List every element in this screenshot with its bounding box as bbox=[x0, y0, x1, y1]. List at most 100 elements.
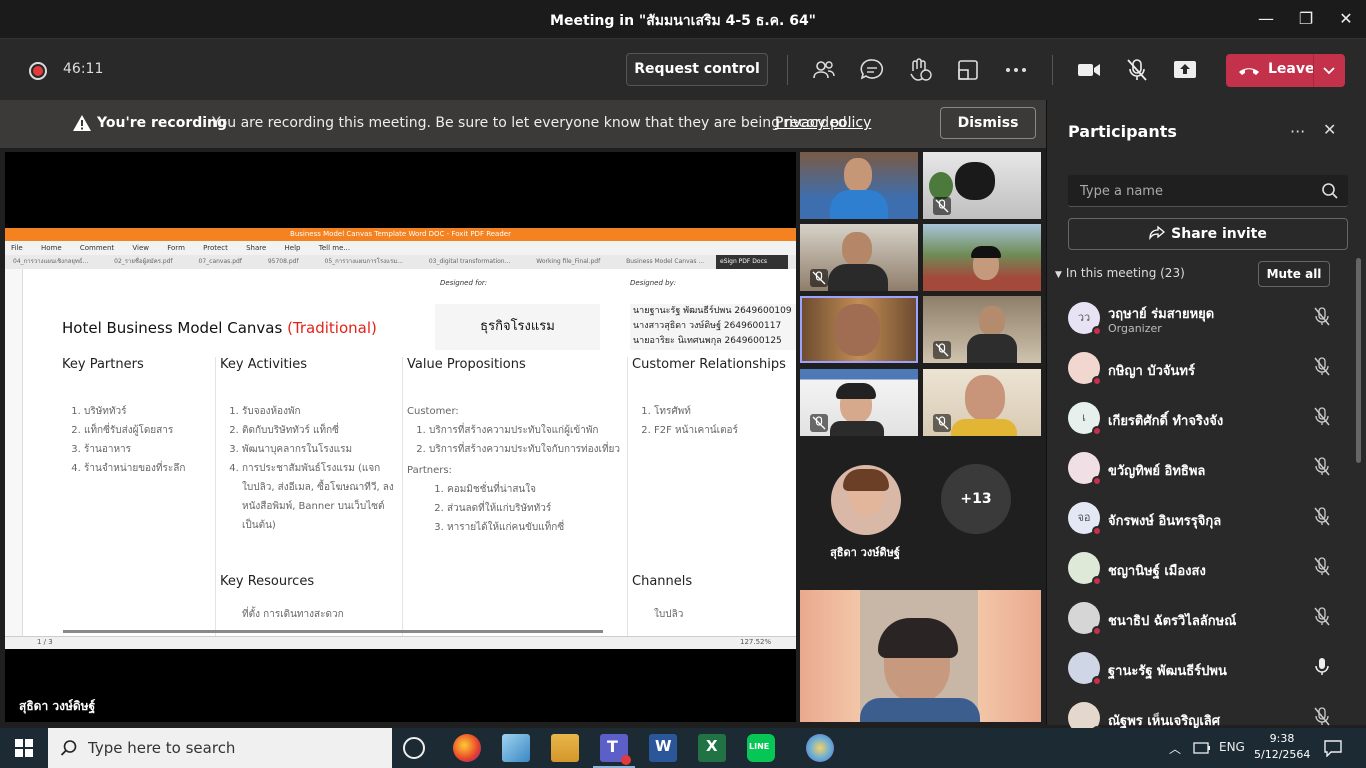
close-panel-button[interactable]: ✕ bbox=[1323, 120, 1336, 139]
maximize-button[interactable]: ❐ bbox=[1293, 6, 1319, 32]
canvas-title-text: Hotel Business Model Canvas bbox=[62, 319, 283, 337]
video-tile-active-speaker[interactable] bbox=[800, 296, 918, 363]
participant-row[interactable]: ขวัญทิพย์ อิทธิพล bbox=[1047, 445, 1352, 495]
notifications-icon[interactable] bbox=[1323, 739, 1343, 757]
teams-icon[interactable]: T bbox=[593, 734, 635, 768]
cortana-icon[interactable] bbox=[403, 737, 425, 759]
reactions-icon[interactable] bbox=[907, 57, 933, 83]
firefox-icon[interactable] bbox=[453, 734, 481, 762]
video-tile[interactable] bbox=[923, 152, 1041, 219]
taskbar-search bbox=[48, 728, 392, 768]
mic-off-icon[interactable] bbox=[1312, 456, 1332, 476]
mic-off-icon[interactable] bbox=[1312, 506, 1332, 526]
chevron-up-icon[interactable]: ︿ bbox=[1169, 740, 1181, 757]
more-actions-icon[interactable] bbox=[1003, 57, 1029, 83]
system-clock[interactable]: 9:38 5/12/2564 bbox=[1254, 731, 1310, 763]
video-tile[interactable] bbox=[923, 369, 1041, 436]
pdf-menu-item[interactable]: Share bbox=[246, 244, 266, 252]
pdf-tab-active[interactable]: Business Model Canvas ... bbox=[626, 258, 704, 265]
mic-off-icon[interactable] bbox=[1312, 606, 1332, 626]
pdf-tab[interactable]: 03_digital transformation... bbox=[429, 258, 511, 265]
more-options-icon[interactable]: ··· bbox=[1290, 122, 1305, 141]
request-control-button[interactable]: Request control bbox=[626, 53, 768, 86]
panel-scrollbar[interactable] bbox=[1356, 258, 1361, 463]
paint-icon[interactable] bbox=[806, 734, 834, 762]
line-icon[interactable]: LINE bbox=[747, 734, 775, 762]
leave-button[interactable]: Leave bbox=[1226, 54, 1345, 87]
mic-on-icon[interactable] bbox=[1312, 656, 1332, 676]
channels-section: Channels ใบปลิว bbox=[632, 574, 792, 634]
pdf-tab[interactable]: 05_การวางแผนการโรงแรม... bbox=[325, 258, 403, 265]
pdf-menu-item[interactable]: Form bbox=[167, 244, 185, 252]
participant-row[interactable]: ฐานะรัฐ พัฒนธีร์ปพน bbox=[1047, 645, 1352, 695]
rooms-icon[interactable] bbox=[955, 57, 981, 83]
privacy-policy-link[interactable]: Privacy policy bbox=[775, 115, 871, 131]
pdf-tab[interactable]: Working file_Final.pdf bbox=[536, 258, 600, 265]
pdf-sidebar bbox=[5, 269, 23, 636]
video-tile-large[interactable] bbox=[800, 590, 1041, 722]
video-tile[interactable] bbox=[800, 369, 918, 436]
pdf-menu-item[interactable]: Help bbox=[285, 244, 301, 252]
pdf-status-bar: 1 / 3 127.52% bbox=[5, 636, 796, 649]
video-tile[interactable] bbox=[923, 296, 1041, 363]
pdf-tell-me[interactable]: Tell me... bbox=[319, 244, 350, 252]
video-tile[interactable] bbox=[923, 224, 1041, 291]
list-item: รับจองห้องพัก bbox=[242, 402, 400, 421]
windows-start-icon[interactable] bbox=[15, 739, 33, 757]
zoom-level[interactable]: 127.52% bbox=[740, 638, 771, 646]
participant-search-input[interactable] bbox=[1068, 175, 1308, 207]
app-icon[interactable] bbox=[502, 734, 530, 762]
video-tile[interactable] bbox=[800, 152, 918, 219]
mic-off-icon[interactable] bbox=[1312, 306, 1332, 326]
page-number[interactable]: 1 / 3 bbox=[37, 638, 53, 646]
mic-off-icon[interactable] bbox=[1124, 57, 1150, 83]
mic-off-icon[interactable] bbox=[1312, 356, 1332, 376]
chevron-down-icon[interactable] bbox=[1322, 64, 1336, 78]
chat-icon[interactable] bbox=[859, 57, 885, 83]
file-explorer-icon[interactable] bbox=[551, 734, 579, 762]
search-icon[interactable] bbox=[1321, 182, 1339, 200]
camera-icon[interactable] bbox=[1076, 57, 1102, 83]
word-icon[interactable]: W bbox=[649, 734, 677, 762]
pdf-tab[interactable]: 07_canvas.pdf bbox=[199, 258, 242, 265]
participant-row[interactable]: กษิญา บัวจันทร์ bbox=[1047, 345, 1352, 395]
participant-row[interactable]: จอ จักรพงษ์ อินทรรุจิกุล bbox=[1047, 495, 1352, 545]
pdf-horizontal-scrollbar[interactable] bbox=[63, 630, 603, 633]
video-tile[interactable] bbox=[800, 224, 918, 291]
participant-avatar[interactable] bbox=[831, 465, 901, 535]
pdf-menu-item[interactable]: Protect bbox=[203, 244, 228, 252]
people-icon[interactable] bbox=[811, 57, 837, 83]
share-screen-icon[interactable] bbox=[1172, 57, 1198, 83]
pdf-app-title: Business Model Canvas Template Word DOC … bbox=[5, 228, 796, 241]
pdf-tab[interactable]: 95708.pdf bbox=[268, 258, 299, 265]
dismiss-button[interactable]: Dismiss bbox=[940, 107, 1036, 139]
pdf-menu-item[interactable]: View bbox=[132, 244, 149, 252]
close-window-button[interactable]: ✕ bbox=[1333, 6, 1359, 32]
key-resources-title: Key Resources bbox=[220, 574, 315, 589]
pdf-tab[interactable]: 02_รายชื่อผู้สมัคร.pdf bbox=[114, 258, 172, 265]
participant-row[interactable]: วว วฤษาย์ ร่มสายหยุด Organizer bbox=[1047, 295, 1352, 345]
battery-icon[interactable] bbox=[1193, 741, 1211, 755]
mute-all-button[interactable]: Mute all bbox=[1258, 261, 1330, 287]
participant-name: วฤษาย์ ร่มสายหยุด bbox=[1108, 307, 1215, 322]
mic-off-icon[interactable] bbox=[1312, 556, 1332, 576]
mic-off-icon[interactable] bbox=[1312, 706, 1332, 726]
esign-badge[interactable]: eSign PDF Docs bbox=[716, 255, 788, 269]
mic-off-icon[interactable] bbox=[1312, 406, 1332, 426]
pdf-menu-item[interactable]: Comment bbox=[80, 244, 114, 252]
avatar-initials: จอ bbox=[1077, 511, 1091, 524]
pdf-menu-item[interactable]: File bbox=[11, 244, 23, 252]
minimize-button[interactable]: — bbox=[1253, 6, 1279, 32]
pdf-menu-item[interactable]: Home bbox=[41, 244, 62, 252]
excel-icon[interactable]: X bbox=[698, 734, 726, 762]
participant-face bbox=[965, 375, 1005, 421]
participant-row[interactable]: ชญานิษฐ์ เมืองสง bbox=[1047, 545, 1352, 595]
participant-row[interactable]: เ เกียรติศักดิ์ ทำจริงจัง bbox=[1047, 395, 1352, 445]
language-indicator[interactable]: ENG bbox=[1219, 740, 1245, 754]
taskbar-search-input[interactable] bbox=[88, 728, 378, 768]
participant-row[interactable]: ชนาธิป ฉัตรวิไลลักษณ์ bbox=[1047, 595, 1352, 645]
in-meeting-header[interactable]: ▼ In this meeting (23) bbox=[1055, 266, 1185, 280]
pdf-tab[interactable]: 04_การวางแผนเชิงกลยุทธ์... bbox=[13, 258, 88, 265]
more-participants-button[interactable]: +13 bbox=[941, 464, 1011, 534]
share-invite-button[interactable]: Share invite bbox=[1068, 218, 1348, 250]
